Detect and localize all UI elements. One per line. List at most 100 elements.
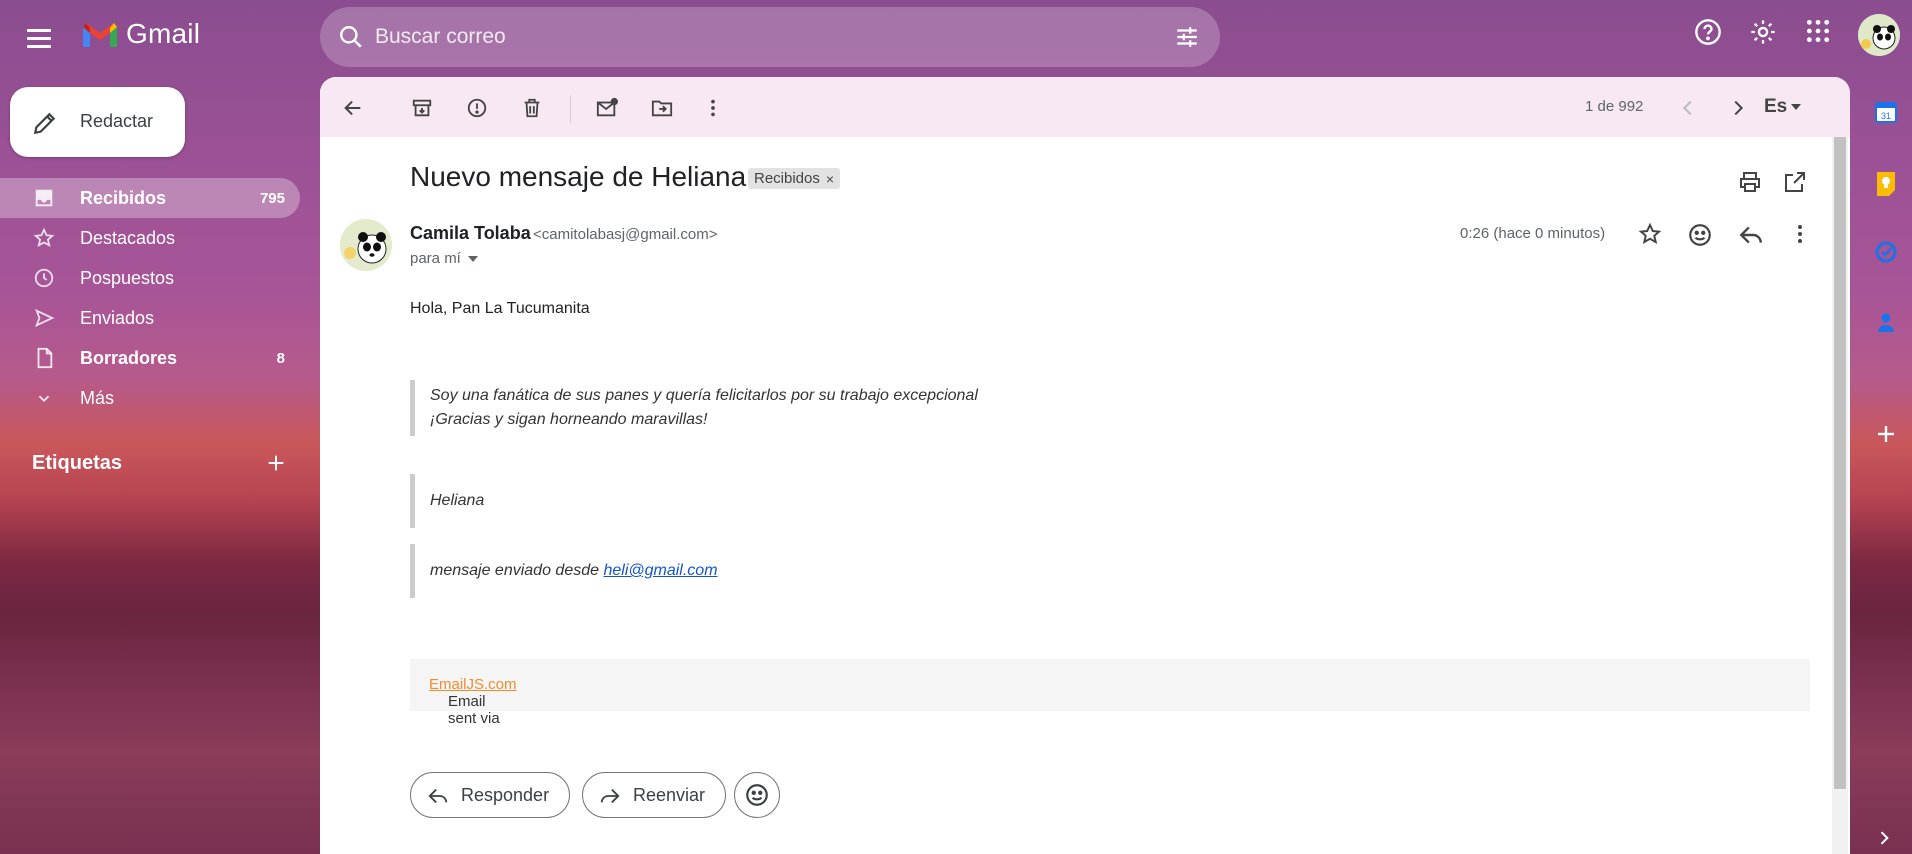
tasks-icon[interactable]	[1874, 240, 1898, 264]
reply-label: Responder	[461, 785, 550, 805]
compose-button[interactable]: Redactar	[10, 87, 185, 157]
caret-down-icon	[467, 255, 478, 262]
app-name: Gmail	[126, 18, 201, 49]
gmail-logo[interactable]: Gmail	[80, 18, 200, 50]
add-label-icon[interactable]	[265, 452, 287, 474]
quoted-signature: Heliana	[410, 474, 1010, 528]
reply-button[interactable]: Responder	[410, 772, 570, 818]
unread-count: 795	[259, 190, 285, 207]
sidebar-item-snoozed[interactable]: Pospuestos	[0, 258, 300, 298]
caret-down-icon	[1791, 104, 1802, 110]
email-timestamp: 0:26 (hace 0 minutos)	[1460, 225, 1606, 242]
star-icon	[33, 227, 55, 248]
emoji-reaction-button[interactable]	[734, 772, 780, 818]
forward-label: Reenviar	[633, 785, 706, 805]
report-spam-button[interactable]	[464, 95, 490, 121]
labels-heading: Etiquetas	[32, 452, 123, 474]
search-bar[interactable]	[320, 7, 1220, 67]
emoji-reaction-icon[interactable]	[1687, 222, 1713, 248]
input-tools-language[interactable]: Es	[1764, 96, 1802, 118]
sidebar-item-sent[interactable]: Enviados	[0, 298, 300, 338]
archive-button[interactable]	[409, 95, 435, 121]
side-panel: 31	[1860, 80, 1912, 854]
chevron-left-icon	[1682, 100, 1692, 116]
quoted-message: Soy una fanática de sus panes y quería f…	[410, 380, 1010, 436]
search-icon[interactable]	[338, 24, 364, 50]
origin-email-link[interactable]: heli@gmail.com	[603, 562, 717, 579]
gmail-m-icon	[83, 23, 117, 47]
keep-icon[interactable]	[1874, 170, 1898, 196]
sidebar-nav: Recibidos 795 Destacados Pospuestos Envi…	[0, 178, 300, 418]
send-icon	[35, 308, 55, 328]
remove-label-icon[interactable]: ×	[826, 171, 834, 187]
sidebar-item-starred[interactable]: Destacados	[0, 218, 300, 258]
recipient-details-toggle[interactable]: para mí	[410, 250, 479, 267]
message-line: Soy una fanática de sus panes y quería f…	[430, 387, 978, 404]
emailjs-link[interactable]: EmailJS.com	[429, 676, 517, 693]
message-scrollbar[interactable]	[1832, 137, 1848, 854]
reply-icon	[428, 788, 448, 804]
search-options-icon[interactable]	[1174, 24, 1200, 50]
draft-icon	[37, 347, 53, 369]
trash-icon	[524, 98, 540, 118]
sender-avatar[interactable]	[340, 219, 392, 271]
chevron-right-icon	[1734, 100, 1744, 116]
search-input[interactable]	[375, 21, 1135, 53]
mail-unread-icon	[596, 97, 618, 117]
sidebar-item-label: Recibidos	[80, 188, 167, 208]
sender-name[interactable]: Camila Tolaba	[410, 223, 531, 244]
drafts-count: 8	[276, 350, 285, 367]
forward-button[interactable]: Reenviar	[582, 772, 726, 818]
reply-icon[interactable]	[1738, 222, 1764, 248]
print-icon[interactable]	[1738, 170, 1762, 194]
open-in-new-window-icon[interactable]	[1783, 170, 1807, 194]
sidebar-item-more[interactable]: Más	[0, 378, 300, 418]
email-subject: Nuevo mensaje de Heliana	[410, 161, 747, 192]
sidebar-item-inbox[interactable]: Recibidos 795	[0, 178, 300, 218]
folder-move-icon	[651, 100, 673, 117]
label-chip-text: Recibidos	[754, 170, 820, 187]
top-bar: Gmail	[0, 0, 1912, 74]
label-chip[interactable]: Recibidos ×	[748, 168, 841, 189]
sidebar-item-label: Pospuestos	[80, 268, 175, 288]
contacts-icon[interactable]	[1874, 310, 1898, 334]
arrow-back-icon	[344, 100, 361, 116]
mark-unread-button[interactable]	[594, 95, 620, 121]
help-icon[interactable]	[1694, 18, 1722, 46]
more-options-button[interactable]	[700, 95, 726, 121]
message-line: ¡Gracias y sigan horneando maravillas!	[430, 411, 708, 428]
back-button[interactable]	[340, 95, 366, 121]
calendar-icon[interactable]: 31	[1874, 100, 1898, 124]
account-avatar[interactable]	[1858, 14, 1900, 56]
more-vertical-icon[interactable]	[1788, 222, 1812, 246]
recipient-label: para mí	[410, 250, 461, 267]
sidebar-item-drafts[interactable]: Borradores 8	[0, 338, 300, 378]
sidebar-item-label: Borradores	[80, 348, 178, 368]
forward-icon	[600, 788, 620, 804]
star-icon[interactable]	[1638, 222, 1662, 246]
more-vertical-icon	[711, 99, 715, 117]
newer-button[interactable]	[1675, 95, 1701, 121]
add-addon-icon[interactable]	[1874, 422, 1898, 446]
delete-button[interactable]	[519, 95, 545, 121]
pagination-text: 1 de 992	[1585, 98, 1644, 115]
quoted-origin: mensaje enviado desde heli@gmail.com	[410, 544, 1010, 598]
emoji-icon	[746, 784, 768, 806]
report-icon	[467, 98, 487, 118]
scrollbar-thumb[interactable]	[1834, 137, 1846, 789]
settings-gear-icon[interactable]	[1749, 18, 1777, 46]
move-to-button[interactable]	[649, 95, 675, 121]
compose-label: Redactar	[80, 111, 154, 131]
chevron-right-icon[interactable]	[1874, 828, 1894, 848]
email-greeting: Hola, Pan La Tucumanita	[410, 300, 590, 317]
svg-text:31: 31	[1881, 111, 1891, 121]
chevron-down-icon	[38, 395, 50, 403]
message-toolbar: 1 de 992 Es	[320, 77, 1850, 137]
apps-grid-icon[interactable]	[1805, 18, 1831, 44]
clock-icon	[34, 268, 54, 288]
archive-icon	[412, 99, 432, 117]
sidebar-item-label: Más	[80, 388, 115, 408]
older-button[interactable]	[1725, 95, 1751, 121]
language-label: Es	[1764, 96, 1788, 117]
main-menu-button[interactable]	[27, 20, 63, 56]
